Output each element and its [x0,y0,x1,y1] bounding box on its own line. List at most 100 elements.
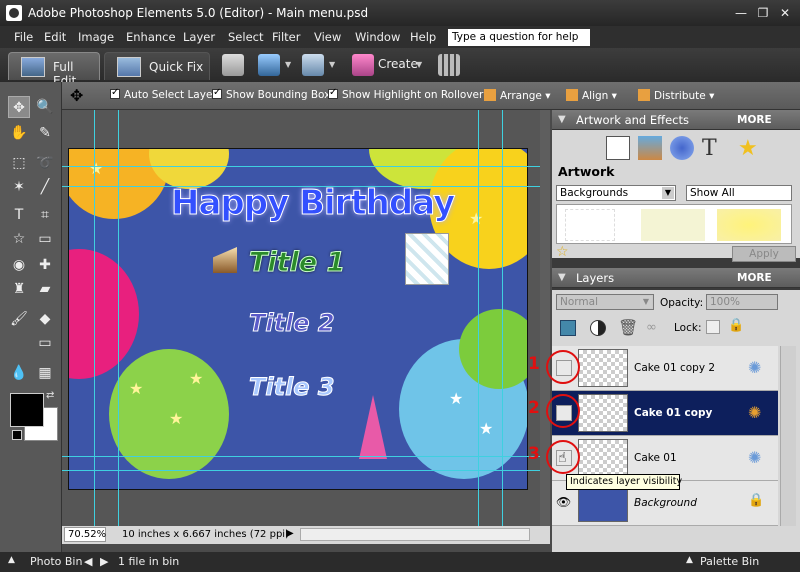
auto-select-layer-checkbox[interactable]: Auto Select Layer [110,87,217,101]
collapse-triangle-icon[interactable]: ▼ [558,114,566,125]
link-layers-icon[interactable]: ∞ [646,320,657,335]
eye-icon[interactable]: 👁 [556,495,571,509]
share-dropdown-icon[interactable]: ▼ [285,60,291,69]
canvas-horizontal-scrollbar[interactable] [300,528,530,541]
share-icon[interactable] [258,54,280,76]
close-button[interactable]: ✕ [776,5,794,21]
palette-bin-button[interactable]: Palette Bin [700,555,759,568]
minimize-button[interactable]: — [732,5,750,21]
eraser-tool-icon[interactable]: ▰ [34,278,56,300]
status-menu-arrow-icon[interactable]: ▶ [286,528,294,539]
move-tool-icon[interactable]: ✥ [8,96,30,118]
print-icon[interactable] [222,54,244,76]
photo-bin-button[interactable]: Photo Bin [30,555,82,568]
magic-wand-tool-icon[interactable]: ✶ [8,176,30,198]
align-menu[interactable]: Align ▾ [566,89,617,102]
artwork-thumbnail[interactable] [717,209,781,241]
document-canvas[interactable]: ★ ★ ★ ★ ★ ★ ★ Happy Birthday Title 1 Tit… [68,148,528,490]
gradient-tool-icon[interactable] [8,332,30,354]
canvas-title-1[interactable]: Title 1 [248,247,345,279]
create-icon[interactable] [352,54,374,76]
lasso-tool-icon[interactable]: ➰ [34,152,56,174]
selection-brush-tool-icon[interactable]: ╱ [34,176,56,198]
zoom-tool-icon[interactable]: 🔍 [34,96,56,118]
default-colors-icon[interactable] [12,430,22,440]
create-button[interactable]: Create [378,57,418,71]
straighten-tool-icon[interactable]: ▭ [34,228,56,250]
lock-all-icon[interactable]: 🔒 [728,318,744,333]
hand-tool-icon[interactable]: ✋ [8,122,30,144]
new-layer-icon[interactable] [560,320,576,336]
foreground-color-swatch[interactable] [10,393,44,427]
menu-layer[interactable]: Layer [183,30,215,44]
trash-icon[interactable]: 🗑 [618,318,638,337]
layer-name[interactable]: Background [634,497,697,509]
collapse-triangle-icon[interactable]: ▼ [558,272,566,283]
healing-brush-tool-icon[interactable]: ✚ [34,254,56,276]
marquee-tool-icon[interactable]: ⬚ [8,152,30,174]
arrange-menu[interactable]: Arrange ▾ [484,89,550,102]
email-dropdown-icon[interactable]: ▼ [329,60,335,69]
email-icon[interactable] [302,54,324,76]
crop-tool-icon[interactable]: ⌗ [34,204,56,226]
lock-transparency-icon[interactable] [706,320,720,334]
special-effects-tab-icon[interactable] [638,136,662,160]
layer-name[interactable]: Cake 01 copy [634,407,712,419]
cookie-cutter-tool-icon[interactable]: ☆ [8,228,30,250]
text-effects-tab-icon[interactable]: T [702,136,726,161]
show-highlight-checkbox[interactable]: Show Highlight on Rollover [328,87,483,101]
tab-quick-fix[interactable]: Quick Fix [104,52,210,80]
artwork-filter-select[interactable]: Show All [686,185,792,201]
layer-style-gear-icon[interactable]: ✺ [748,448,761,467]
menu-edit[interactable]: Edit [44,30,66,44]
canvas-title-2[interactable]: Title 2 [249,309,336,338]
palette-bin-toggle-icon[interactable]: ▲ [686,555,693,565]
paint-bucket-tool-icon[interactable]: ◆ [34,308,56,330]
eyedropper-tool-icon[interactable]: ✎ [34,122,56,144]
artwork-effects-header[interactable]: ▼ Artwork and Effects MORE [552,110,800,130]
artwork-category-select[interactable]: Backgrounds ▼ [556,185,676,201]
show-bounding-box-checkbox[interactable]: Show Bounding Box [212,87,330,101]
create-dropdown-icon[interactable]: ▼ [416,60,422,69]
add-favorite-star-icon[interactable]: ☆ [556,244,569,260]
favorites-tab-icon[interactable]: ★ [738,136,762,161]
zoom-level-field[interactable]: 70.52% [64,527,106,542]
menu-window[interactable]: Window [355,30,400,44]
layers-header[interactable]: ▼ Layers MORE [552,268,800,288]
menu-file[interactable]: File [14,30,33,44]
menu-filter[interactable]: Filter [272,30,300,44]
swap-colors-icon[interactable]: ⇄ [46,390,54,401]
clone-stamp-tool-icon[interactable]: ♜ [8,278,30,300]
menu-help[interactable]: Help [410,30,436,44]
layer-row-cake-01-copy[interactable]: Cake 01 copy ✺ [552,391,778,436]
previous-icon[interactable]: ◀ [84,555,92,568]
menu-view[interactable]: View [314,30,341,44]
blur-tool-icon[interactable]: 💧 [8,362,30,384]
artwork-more-button[interactable]: MORE [737,114,772,126]
next-icon[interactable]: ▶ [100,555,108,568]
adjustment-layer-icon[interactable] [590,320,606,336]
type-tool-icon[interactable]: T [8,204,30,226]
blend-mode-select[interactable]: Normal ▼ [556,294,654,310]
distribute-menu[interactable]: Distribute ▾ [638,89,714,102]
layers-scrollbar[interactable] [780,346,796,526]
heading-happy-birthday[interactable]: Happy Birthday [170,183,455,224]
brush-tool-icon[interactable]: 🖌 [8,308,30,330]
red-eye-tool-icon[interactable]: ◉ [8,254,30,276]
help-search-input[interactable]: Type a question for help [448,29,590,46]
canvas-title-3[interactable]: Title 3 [249,373,336,402]
menu-select[interactable]: Select [228,30,263,44]
layer-style-gear-icon[interactable]: ✺ [748,403,761,422]
layer-row-cake-01-copy-2[interactable]: Cake 01 copy 2 ✺ [552,346,778,391]
restore-button[interactable]: ❐ [754,5,772,21]
menu-image[interactable]: Image [78,30,114,44]
layer-name[interactable]: Cake 01 [634,452,677,464]
layer-style-gear-icon[interactable]: ✺ [748,358,761,377]
photo-bin-toggle-icon[interactable]: ▲ [8,555,15,565]
layers-more-button[interactable]: MORE [737,272,772,284]
tab-full-edit[interactable]: Full Edit [8,52,100,88]
filters-tab-icon[interactable] [670,136,694,160]
artwork-thumbnail[interactable] [641,209,705,241]
artwork-tab-icon[interactable] [606,136,630,160]
apply-button[interactable]: Apply [732,246,796,262]
